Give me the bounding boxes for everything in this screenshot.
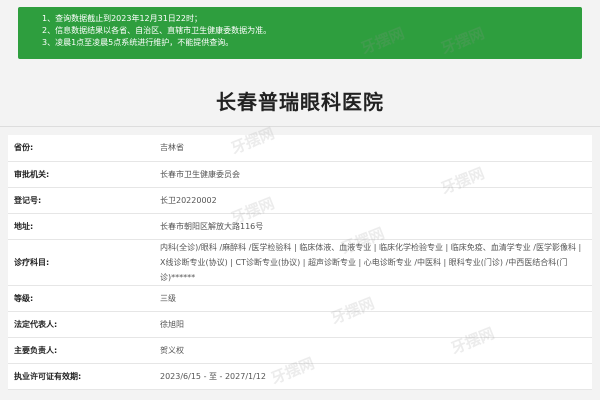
- principal-label: 主要负责人:: [8, 337, 156, 364]
- notice-line-3: 3、凌晨1点至凌晨5点系统进行维护，不能提供查询。: [42, 38, 234, 47]
- row-departments: 诊疗科目: 内科(全诊)/眼科 /麻醉科 /医学检验科 | 临床体液、血液专业 …: [8, 239, 592, 286]
- page-title: 长春普瑞眼科医院: [216, 90, 384, 114]
- approval-authority-label: 审批机关:: [8, 161, 156, 188]
- row-grade: 等级: 三级: [8, 285, 592, 312]
- notice-line-1: 1、查询数据截止到2023年12月31日22时；: [42, 14, 202, 23]
- legal-representative-value: 徐旭阳: [156, 311, 592, 338]
- license-validity-value: 2023/6/15 - 至 - 2027/1/12: [156, 363, 592, 390]
- registration-number-value: 长卫20220002: [156, 187, 592, 214]
- title-divider: [0, 126, 600, 127]
- province-label: 省份:: [8, 135, 156, 162]
- address-value: 长春市朝阳区解放大路116号: [156, 213, 592, 240]
- notice-banner: 1、查询数据截止到2023年12月31日22时； 2、信息数据结果以各省、自治区…: [18, 7, 582, 59]
- grade-label: 等级:: [8, 285, 156, 312]
- row-registration-number: 登记号: 长卫20220002: [8, 187, 592, 214]
- hospital-info-table: 省份: 吉林省 审批机关: 长春市卫生健康委员会 登记号: 长卫20220002…: [8, 135, 592, 390]
- row-address: 地址: 长春市朝阳区解放大路116号: [8, 213, 592, 240]
- address-label: 地址:: [8, 213, 156, 240]
- departments-label: 诊疗科目:: [8, 239, 156, 286]
- row-legal-representative: 法定代表人: 徐旭阳: [8, 311, 592, 338]
- row-principal: 主要负责人: 贺义权: [8, 337, 592, 364]
- province-value: 吉林省: [156, 135, 592, 162]
- departments-value: 内科(全诊)/眼科 /麻醉科 /医学检验科 | 临床体液、血液专业 | 临床化学…: [156, 239, 592, 286]
- notice-line-2: 2、信息数据结果以各省、自治区、直辖市卫生健康委数据为准。: [42, 26, 272, 35]
- row-province: 省份: 吉林省: [8, 135, 592, 162]
- row-approval-authority: 审批机关: 长春市卫生健康委员会: [8, 161, 592, 188]
- grade-value: 三级: [156, 285, 592, 312]
- license-validity-label: 执业许可证有效期:: [8, 363, 156, 390]
- registration-number-label: 登记号:: [8, 187, 156, 214]
- approval-authority-value: 长春市卫生健康委员会: [156, 161, 592, 188]
- principal-value: 贺义权: [156, 337, 592, 364]
- row-license-validity: 执业许可证有效期: 2023/6/15 - 至 - 2027/1/12: [8, 363, 592, 390]
- legal-representative-label: 法定代表人:: [8, 311, 156, 338]
